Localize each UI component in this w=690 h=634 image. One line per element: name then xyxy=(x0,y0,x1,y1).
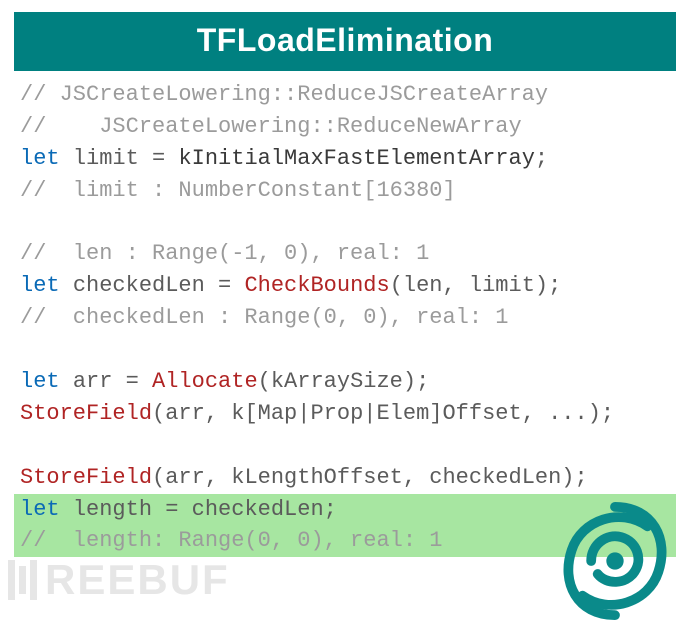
identifier: arr xyxy=(73,369,113,394)
watermark-text: REEBUF xyxy=(45,556,230,604)
arguments: (arr, k[Map|Prop|Elem]Offset, ...) xyxy=(152,401,601,426)
code-line: // JSCreateLowering::ReduceJSCreateArray xyxy=(14,79,676,111)
code-line: let arr = Allocate(kArraySize); xyxy=(14,366,676,398)
identifier: limit xyxy=(73,146,139,171)
comment: // limit : NumberConstant[16380] xyxy=(20,178,456,203)
code-line: // checkedLen : Range(0, 0), real: 1 xyxy=(14,302,676,334)
function-call: CheckBounds xyxy=(244,273,389,298)
semicolon: ; xyxy=(575,465,588,490)
keyword-let: let xyxy=(20,497,60,522)
title-text: TFLoadElimination xyxy=(197,22,493,58)
operator: = xyxy=(112,369,152,394)
code-block: // JSCreateLowering::ReduceJSCreateArray… xyxy=(0,79,690,557)
semicolon: ; xyxy=(535,146,548,171)
identifier: checkedLen xyxy=(73,273,205,298)
rhs-value: kInitialMaxFastElementArray xyxy=(178,146,534,171)
blank-line xyxy=(14,334,676,366)
comment: // checkedLen : Range(0, 0), real: 1 xyxy=(20,305,508,330)
operator: = xyxy=(152,497,192,522)
comment: // length: Range(0, 0), real: 1 xyxy=(20,528,442,553)
operator: = xyxy=(139,146,179,171)
operator: = xyxy=(205,273,245,298)
comment: // len : Range(-1, 0), real: 1 xyxy=(20,241,429,266)
watermark-bars-icon xyxy=(8,560,37,600)
code-line: let checkedLen = CheckBounds(len, limit)… xyxy=(14,270,676,302)
semicolon: ; xyxy=(324,497,337,522)
identifier: length xyxy=(73,497,152,522)
code-line: StoreField(arr, k[Map|Prop|Elem]Offset, … xyxy=(14,398,676,430)
arguments: (kArraySize) xyxy=(258,369,416,394)
keyword-let: let xyxy=(20,273,60,298)
function-call: Allocate xyxy=(152,369,258,394)
keyword-let: let xyxy=(20,369,60,394)
code-line: // limit : NumberConstant[16380] xyxy=(14,175,676,207)
semicolon: ; xyxy=(416,369,429,394)
comment: // JSCreateLowering::ReduceJSCreateArray xyxy=(20,82,548,107)
blank-line xyxy=(14,207,676,239)
arguments: (len, limit) xyxy=(390,273,548,298)
function-call: StoreField xyxy=(20,401,152,426)
code-line-highlighted: // length: Range(0, 0), real: 1 xyxy=(14,525,676,557)
semicolon: ; xyxy=(601,401,614,426)
semicolon: ; xyxy=(548,273,561,298)
arguments: (arr, kLengthOffset, checkedLen) xyxy=(152,465,574,490)
function-call: StoreField xyxy=(20,465,152,490)
keyword-let: let xyxy=(20,146,60,171)
watermark-logo: REEBUF xyxy=(8,556,230,604)
code-line: StoreField(arr, kLengthOffset, checkedLe… xyxy=(14,462,676,494)
rhs-value: checkedLen xyxy=(192,497,324,522)
code-line: let limit = kInitialMaxFastElementArray; xyxy=(14,143,676,175)
title-bar: TFLoadElimination xyxy=(14,12,676,71)
comment: // JSCreateLowering::ReduceNewArray xyxy=(20,114,522,139)
code-line: // len : Range(-1, 0), real: 1 xyxy=(14,238,676,270)
code-line-highlighted: let length = checkedLen; xyxy=(14,494,676,526)
code-line: // JSCreateLowering::ReduceNewArray xyxy=(14,111,676,143)
blank-line xyxy=(14,430,676,462)
